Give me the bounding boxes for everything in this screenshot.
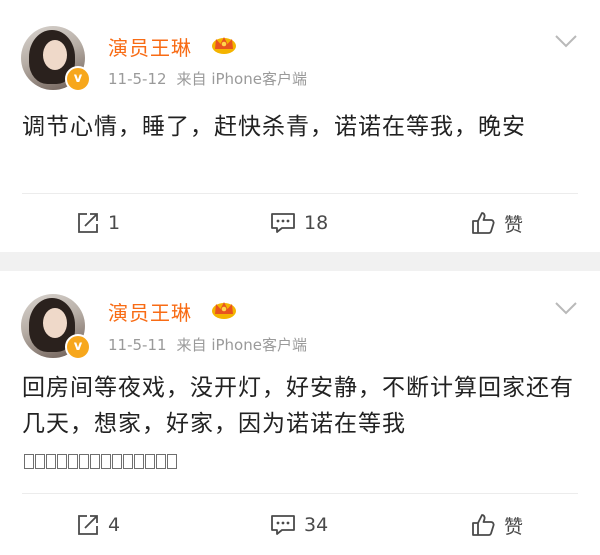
divider xyxy=(22,493,578,494)
weibo-post-1: v 演员王琳 11-5-12 来自 iPhone客户端 调节心情，睡了，赶快杀青，… xyxy=(0,0,600,252)
like-button[interactable]: 赞 xyxy=(470,500,523,550)
like-button[interactable]: 赞 xyxy=(470,198,523,248)
repost-count: 1 xyxy=(108,212,121,234)
comment-count: 18 xyxy=(304,212,329,234)
comment-icon xyxy=(271,213,295,233)
post-source: 来自 iPhone客户端 xyxy=(176,70,307,88)
action-bar: 1 18 赞 xyxy=(0,198,600,248)
chevron-down-icon[interactable] xyxy=(554,34,578,48)
post-meta: 11-5-12 来自 iPhone客户端 xyxy=(108,68,307,89)
post-text: 回房间等夜戏，没开灯，好安静，不断计算回家还有几天，想家，好家，因为诺诺在等我 xyxy=(22,375,574,437)
divider xyxy=(22,193,578,194)
repost-icon xyxy=(78,213,98,233)
post-source: 来自 iPhone客户端 xyxy=(176,336,307,354)
author-name[interactable]: 演员王琳 xyxy=(108,32,192,61)
repost-button[interactable]: 4 xyxy=(76,500,120,550)
like-icon xyxy=(472,212,495,234)
post-date: 11-5-11 xyxy=(108,336,167,354)
like-icon xyxy=(472,514,495,536)
like-label: 赞 xyxy=(504,515,524,538)
post-meta: 11-5-11 来自 iPhone客户端 xyxy=(108,334,307,355)
author-name[interactable]: 演员王琳 xyxy=(108,297,192,326)
comment-icon xyxy=(271,515,295,535)
chevron-down-icon[interactable] xyxy=(554,301,578,315)
action-bar: 4 34 赞 xyxy=(0,500,600,550)
comment-button[interactable]: 34 xyxy=(270,500,328,550)
repost-button[interactable]: 1 xyxy=(76,198,120,248)
repost-icon xyxy=(78,515,98,535)
crown-icon xyxy=(212,302,236,319)
comment-count: 34 xyxy=(304,514,329,536)
crown-icon xyxy=(212,37,236,54)
unrendered-emoji-row xyxy=(24,454,177,469)
post-date: 11-5-12 xyxy=(108,70,167,88)
post-text: 调节心情，睡了，赶快杀青，诺诺在等我，晚安 xyxy=(22,114,526,140)
verified-badge-icon: v xyxy=(65,66,91,92)
weibo-post-2: v 演员王琳 11-5-11 来自 iPhone客户端 回房间等夜戏，没开灯，好安… xyxy=(0,271,600,555)
repost-count: 4 xyxy=(108,514,121,536)
verified-badge-icon: v xyxy=(65,334,91,360)
like-label: 赞 xyxy=(504,213,524,236)
comment-button[interactable]: 18 xyxy=(270,198,328,248)
